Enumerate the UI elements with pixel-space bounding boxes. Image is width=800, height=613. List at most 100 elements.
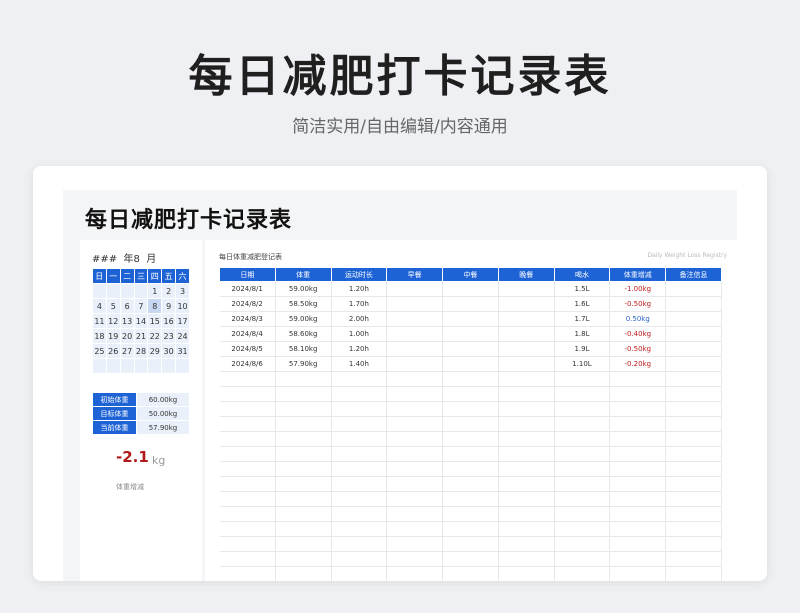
table-cell-empty[interactable] bbox=[219, 461, 276, 477]
table-cell-empty[interactable] bbox=[665, 566, 722, 581]
table-cell-empty[interactable] bbox=[331, 431, 388, 447]
calendar-day[interactable]: 7 bbox=[133, 298, 149, 314]
calendar-day[interactable]: 9 bbox=[161, 298, 177, 314]
table-cell-empty[interactable] bbox=[498, 416, 555, 432]
table-cell-empty[interactable] bbox=[275, 551, 332, 567]
table-cell-delta[interactable]: -0.50kg bbox=[609, 296, 667, 312]
table-cell-empty[interactable] bbox=[609, 371, 667, 387]
calendar-day[interactable]: 15 bbox=[147, 313, 163, 329]
table-cell-empty[interactable] bbox=[665, 536, 722, 552]
table-cell-empty[interactable] bbox=[554, 386, 611, 402]
table-cell-empty[interactable] bbox=[554, 401, 611, 417]
table-cell-empty[interactable] bbox=[665, 476, 722, 492]
table-cell-empty[interactable] bbox=[442, 416, 499, 432]
table-cell-note[interactable] bbox=[665, 326, 722, 342]
calendar-day[interactable]: 17 bbox=[175, 313, 190, 329]
column-header[interactable]: 晚餐 bbox=[497, 267, 555, 282]
table-cell-empty[interactable] bbox=[219, 491, 276, 507]
column-header[interactable]: 体重增减 bbox=[609, 267, 667, 282]
table-cell-empty[interactable] bbox=[554, 551, 611, 567]
table-cell-empty[interactable] bbox=[442, 431, 499, 447]
column-header[interactable]: 喝水 bbox=[553, 267, 611, 282]
table-cell-water[interactable]: 1.9L bbox=[554, 341, 611, 357]
calendar-day[interactable]: 1 bbox=[147, 283, 163, 299]
calendar-day[interactable]: 22 bbox=[147, 328, 163, 344]
table-cell-breakfast[interactable] bbox=[386, 356, 444, 372]
table-cell-empty[interactable] bbox=[331, 371, 388, 387]
table-cell-lunch[interactable] bbox=[442, 296, 499, 312]
table-cell-exercise[interactable]: 1.40h bbox=[331, 356, 388, 372]
table-cell-empty[interactable] bbox=[498, 536, 555, 552]
stat-value[interactable]: 50.00kg bbox=[136, 406, 190, 421]
column-header[interactable]: 日期 bbox=[219, 267, 276, 282]
table-cell-empty[interactable] bbox=[498, 461, 555, 477]
calendar-day[interactable]: 13 bbox=[119, 313, 135, 329]
stat-value[interactable]: 57.90kg bbox=[136, 420, 190, 435]
table-cell-empty[interactable] bbox=[498, 401, 555, 417]
table-cell-empty[interactable] bbox=[275, 371, 332, 387]
table-cell-empty[interactable] bbox=[386, 416, 444, 432]
table-cell-empty[interactable] bbox=[331, 536, 388, 552]
table-cell-empty[interactable] bbox=[665, 371, 722, 387]
calendar-day[interactable]: 28 bbox=[133, 343, 149, 359]
table-cell-empty[interactable] bbox=[609, 401, 667, 417]
table-cell-lunch[interactable] bbox=[442, 281, 499, 297]
table-cell-date[interactable]: 2024/8/6 bbox=[219, 356, 276, 372]
calendar-day[interactable]: 27 bbox=[119, 343, 135, 359]
table-cell-empty[interactable] bbox=[331, 506, 388, 522]
table-cell-empty[interactable] bbox=[442, 521, 499, 537]
table-cell-empty[interactable] bbox=[219, 386, 276, 402]
calendar-day[interactable]: 14 bbox=[133, 313, 149, 329]
table-cell-empty[interactable] bbox=[331, 446, 388, 462]
table-cell-dinner[interactable] bbox=[498, 296, 555, 312]
table-cell-lunch[interactable] bbox=[442, 356, 499, 372]
table-cell-empty[interactable] bbox=[275, 401, 332, 417]
table-cell-empty[interactable] bbox=[331, 416, 388, 432]
table-cell-empty[interactable] bbox=[554, 506, 611, 522]
table-cell-empty[interactable] bbox=[609, 551, 667, 567]
table-cell-empty[interactable] bbox=[275, 416, 332, 432]
table-cell-dinner[interactable] bbox=[498, 311, 555, 327]
table-cell-weight[interactable]: 59.00kg bbox=[275, 281, 332, 297]
table-cell-empty[interactable] bbox=[331, 461, 388, 477]
table-cell-empty[interactable] bbox=[665, 461, 722, 477]
calendar-day[interactable]: 16 bbox=[161, 313, 177, 329]
calendar-day[interactable]: 19 bbox=[105, 328, 121, 344]
calendar-day[interactable]: 23 bbox=[161, 328, 177, 344]
table-cell-note[interactable] bbox=[665, 341, 722, 357]
calendar-day[interactable]: 12 bbox=[105, 313, 121, 329]
table-cell-empty[interactable] bbox=[665, 506, 722, 522]
table-cell-delta[interactable]: 0.50kg bbox=[609, 311, 667, 327]
table-cell-date[interactable]: 2024/8/5 bbox=[219, 341, 276, 357]
table-cell-empty[interactable] bbox=[275, 446, 332, 462]
table-cell-empty[interactable] bbox=[554, 416, 611, 432]
table-cell-dinner[interactable] bbox=[498, 281, 555, 297]
table-cell-empty[interactable] bbox=[442, 536, 499, 552]
table-cell-empty[interactable] bbox=[442, 506, 499, 522]
table-cell-lunch[interactable] bbox=[442, 341, 499, 357]
table-cell-empty[interactable] bbox=[554, 491, 611, 507]
table-cell-lunch[interactable] bbox=[442, 311, 499, 327]
table-cell-empty[interactable] bbox=[665, 416, 722, 432]
calendar-day[interactable]: 3 bbox=[175, 283, 190, 299]
table-cell-empty[interactable] bbox=[609, 476, 667, 492]
table-cell-empty[interactable] bbox=[498, 566, 555, 581]
table-cell-empty[interactable] bbox=[554, 461, 611, 477]
table-cell-empty[interactable] bbox=[386, 431, 444, 447]
table-cell-exercise[interactable]: 1.20h bbox=[331, 281, 388, 297]
table-cell-water[interactable]: 1.10L bbox=[554, 356, 611, 372]
column-header[interactable]: 早餐 bbox=[386, 267, 444, 282]
table-cell-empty[interactable] bbox=[331, 491, 388, 507]
column-header[interactable]: 运动时长 bbox=[330, 267, 388, 282]
table-cell-empty[interactable] bbox=[442, 566, 499, 581]
table-cell-empty[interactable] bbox=[609, 416, 667, 432]
table-cell-empty[interactable] bbox=[498, 551, 555, 567]
table-cell-empty[interactable] bbox=[665, 431, 722, 447]
table-cell-lunch[interactable] bbox=[442, 326, 499, 342]
table-cell-water[interactable]: 1.6L bbox=[554, 296, 611, 312]
table-cell-empty[interactable] bbox=[386, 476, 444, 492]
table-cell-empty[interactable] bbox=[665, 551, 722, 567]
calendar-day[interactable]: 2 bbox=[161, 283, 177, 299]
table-cell-empty[interactable] bbox=[554, 446, 611, 462]
table-cell-breakfast[interactable] bbox=[386, 296, 444, 312]
